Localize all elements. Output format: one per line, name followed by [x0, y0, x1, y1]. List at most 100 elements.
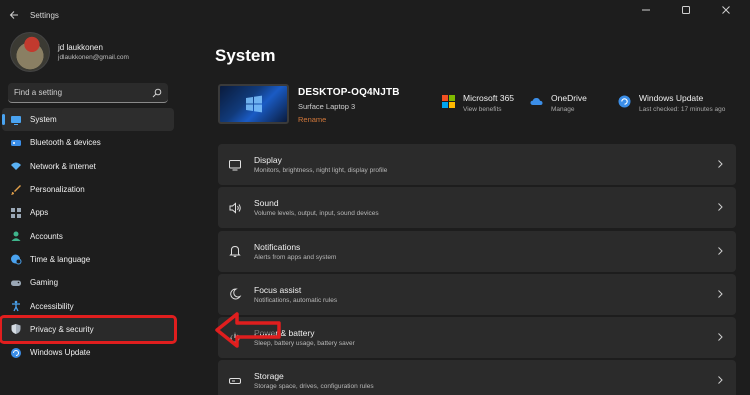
- shield-icon: [10, 323, 22, 335]
- status-subtitle: View benefits: [463, 106, 502, 113]
- sidebar: jd laukkonen jdlaukkonen@gmail.com Syste…: [0, 30, 190, 395]
- device-thumbnail: [218, 84, 289, 124]
- card-notifications[interactable]: Notifications Alerts from apps and syste…: [218, 230, 736, 272]
- card-title: Storage: [254, 371, 284, 382]
- card-title: Display: [254, 155, 282, 165]
- maximize-button[interactable]: [666, 2, 706, 18]
- device-text: DESKTOP-OQ4NJTB Surface Laptop 3 Rename: [298, 87, 400, 124]
- storage-icon: [228, 374, 242, 388]
- maximize-icon: [682, 6, 690, 14]
- sidebar-item-label: Time & language: [30, 254, 91, 264]
- sidebar-item-label: Personalization: [30, 185, 85, 195]
- chevron-right-icon: [718, 376, 723, 385]
- search-icon: [152, 88, 162, 97]
- red-arrow-icon: [215, 312, 281, 348]
- card-title: Focus assist: [254, 284, 302, 295]
- brush-icon: [10, 184, 22, 196]
- display-icon: [228, 158, 242, 172]
- moon-icon: [228, 287, 242, 301]
- status-subtitle: Last checked: 17 minutes ago: [639, 106, 726, 113]
- globe-clock-icon: [10, 253, 22, 265]
- sidebar-item-label: Apps: [30, 208, 49, 218]
- device-name: DESKTOP-OQ4NJTB: [298, 87, 400, 98]
- device-info: DESKTOP-OQ4NJTB Surface Laptop 3 Rename: [218, 84, 400, 124]
- card-title: Notifications: [254, 241, 301, 252]
- sidebar-item-label: Network & internet: [30, 161, 96, 171]
- back-arrow-icon: [9, 11, 18, 19]
- cloud-icon: [530, 98, 543, 105]
- speaker-icon: [228, 201, 242, 215]
- back-button[interactable]: [6, 7, 22, 23]
- card-focus-assist[interactable]: Focus assist Notifications, automatic ru…: [218, 273, 736, 315]
- card-subtitle: Storage space, drives, configuration rul…: [254, 383, 374, 391]
- sidebar-item-bluetooth-devices[interactable]: Bluetooth & devices: [2, 131, 174, 154]
- sidebar-item-label: Accessibility: [30, 301, 74, 311]
- status-title: Windows Update: [639, 93, 704, 103]
- apps-icon: [10, 207, 22, 219]
- status-card-microsoft-365[interactable]: Microsoft 365 View benefits: [442, 93, 514, 113]
- app-title: Settings: [30, 10, 59, 20]
- person-icon: [10, 230, 22, 242]
- card-sound[interactable]: Sound Volume levels, output, input, soun…: [218, 187, 736, 229]
- sidebar-item-windows-update[interactable]: Windows Update: [2, 341, 174, 364]
- card-storage[interactable]: Storage Storage space, drives, configura…: [218, 360, 736, 395]
- card-subtitle: Alerts from apps and system: [254, 253, 337, 261]
- card-subtitle: Volume levels, output, input, sound devi…: [254, 210, 379, 218]
- chevron-right-icon: [718, 160, 723, 168]
- sidebar-nav: System Bluetooth & devices Network & int…: [0, 108, 180, 364]
- update-icon: [10, 347, 22, 359]
- minimize-icon: [642, 9, 650, 11]
- sidebar-item-label: Accounts: [30, 231, 63, 241]
- user-profile[interactable]: jd laukkonen jdlaukkonen@gmail.com: [10, 32, 129, 72]
- sidebar-item-system[interactable]: System: [2, 108, 174, 132]
- gamepad-icon: [10, 277, 22, 289]
- sidebar-item-accessibility[interactable]: Accessibility: [2, 294, 174, 317]
- sidebar-item-time-language[interactable]: Time & language: [2, 248, 174, 271]
- update-icon: [618, 95, 631, 108]
- bell-icon: [228, 244, 242, 258]
- sidebar-item-gaming[interactable]: Gaming: [2, 271, 174, 294]
- status-title: OneDrive: [551, 93, 587, 103]
- microsoft-365-icon: [442, 95, 455, 108]
- profile-name: jd laukkonen: [58, 43, 103, 52]
- settings-cards: Display Monitors, brightness, night ligh…: [218, 144, 736, 395]
- status-title: Microsoft 365: [463, 93, 515, 103]
- sidebar-item-label: Bluetooth & devices: [30, 138, 101, 148]
- title-bar: Settings: [0, 0, 750, 30]
- chevron-right-icon: [718, 203, 723, 212]
- sidebar-item-label: Windows Update: [30, 348, 91, 358]
- sidebar-item-network-internet[interactable]: Network & internet: [2, 155, 174, 178]
- rename-link[interactable]: Rename: [298, 115, 400, 124]
- sidebar-item-personalization[interactable]: Personalization: [2, 178, 174, 201]
- minimize-button[interactable]: [626, 2, 666, 18]
- close-icon: [722, 6, 730, 14]
- bluetooth-icon: [10, 137, 22, 149]
- sidebar-item-label: Privacy & security: [30, 324, 94, 334]
- status-subtitle: Manage: [551, 106, 575, 113]
- close-button[interactable]: [706, 2, 746, 18]
- search-box[interactable]: [8, 83, 168, 103]
- page-title: System: [215, 46, 276, 65]
- accessibility-icon: [10, 300, 22, 312]
- card-power-battery[interactable]: Power & battery Sleep, battery usage, ba…: [218, 317, 736, 359]
- device-model: Surface Laptop 3: [298, 102, 356, 111]
- chevron-right-icon: [718, 246, 723, 255]
- sidebar-item-label: Gaming: [30, 278, 59, 288]
- chevron-right-icon: [718, 290, 723, 298]
- sidebar-item-privacy-security[interactable]: Privacy & security: [0, 314, 177, 345]
- avatar: [10, 32, 50, 72]
- monitor-icon: [10, 114, 22, 126]
- windows-logo-icon: [246, 95, 262, 113]
- card-title: Sound: [254, 198, 279, 209]
- wifi-icon: [10, 160, 22, 172]
- status-card-onedrive[interactable]: OneDrive Manage: [530, 93, 587, 113]
- window-controls: [626, 2, 746, 18]
- sidebar-item-accounts[interactable]: Accounts: [2, 224, 174, 247]
- sidebar-item-label: System: [30, 115, 57, 125]
- card-subtitle: Notifications, automatic rules: [254, 296, 338, 304]
- card-display[interactable]: Display Monitors, brightness, night ligh…: [218, 144, 736, 185]
- chevron-right-icon: [718, 333, 723, 342]
- status-card-windows-update[interactable]: Windows Update Last checked: 17 minutes …: [618, 93, 725, 113]
- sidebar-item-apps[interactable]: Apps: [2, 201, 174, 224]
- search-input[interactable]: [14, 88, 152, 97]
